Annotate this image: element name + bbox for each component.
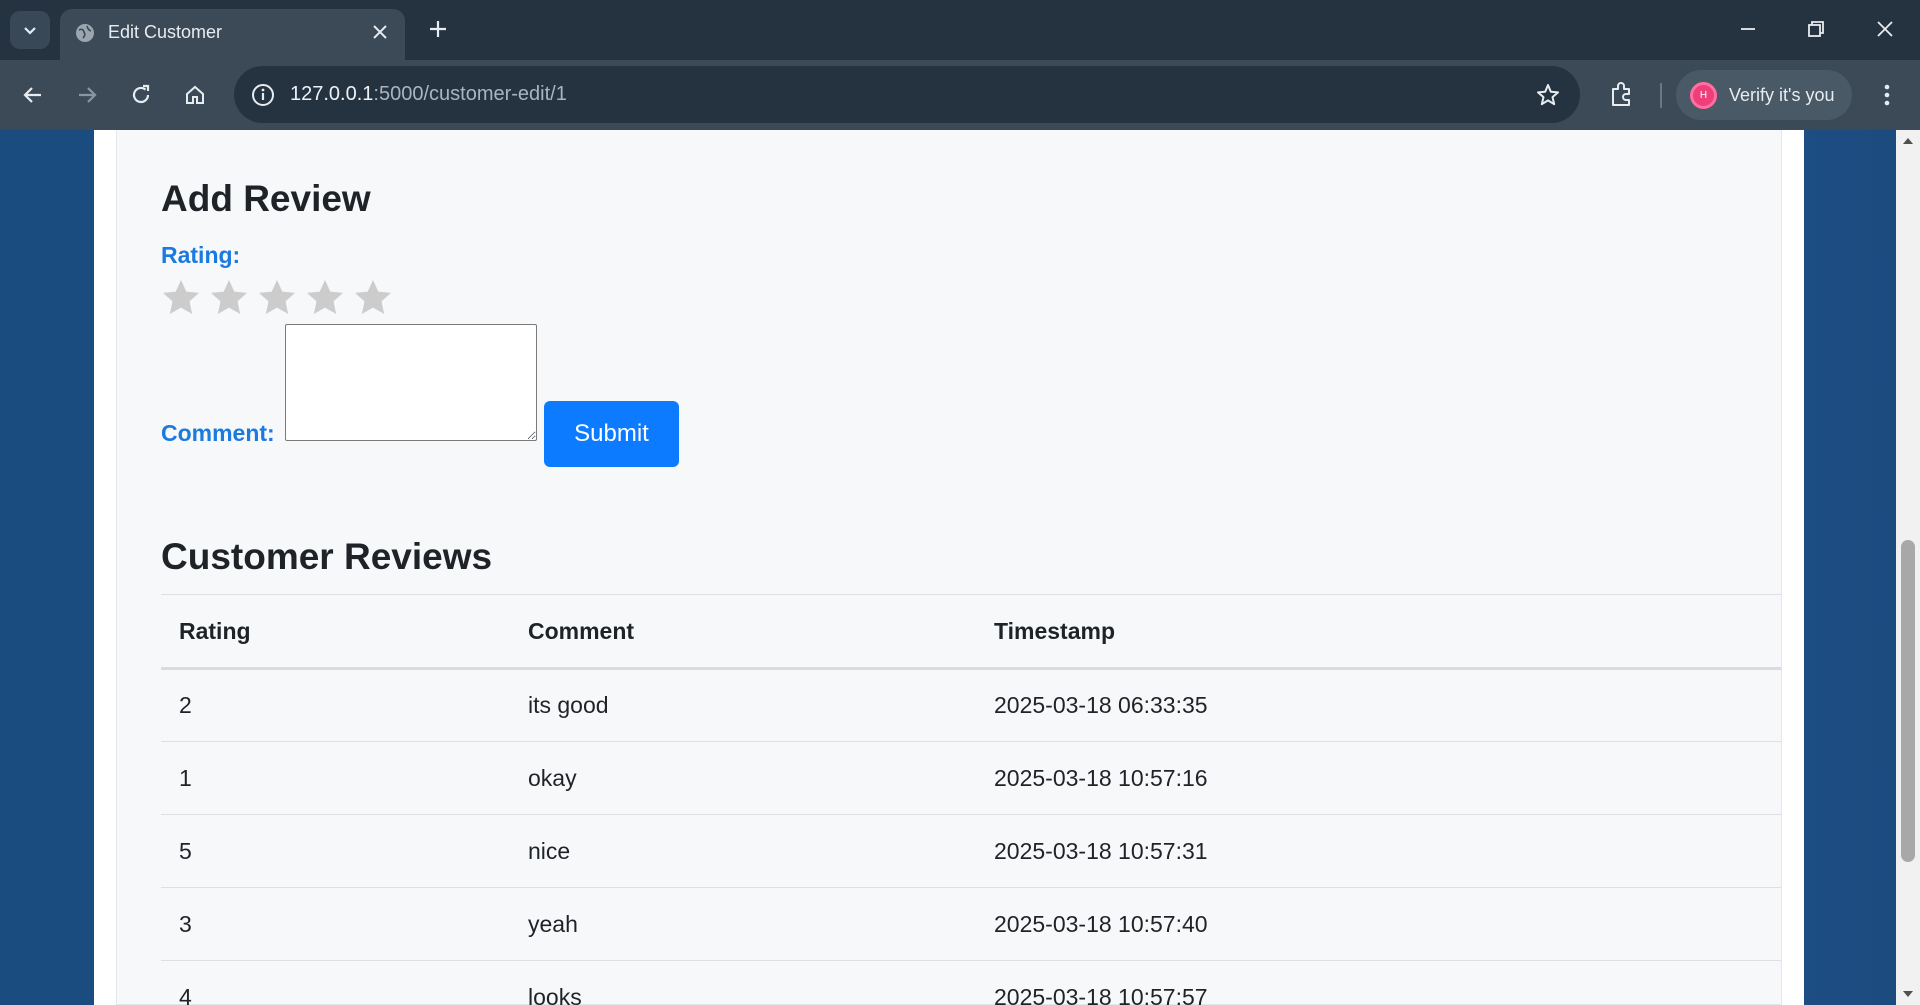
- column-header-rating: Rating: [179, 617, 251, 644]
- cell-timestamp: 2025-03-18 10:57:40: [994, 910, 1208, 937]
- cell-timestamp: 2025-03-18 06:33:35: [994, 692, 1208, 718]
- home-button[interactable]: [178, 78, 212, 112]
- cell-timestamp: 2025-03-18 10:57:57: [994, 983, 1208, 1005]
- star-1-icon[interactable]: [161, 278, 201, 318]
- rating-label: Rating:: [161, 242, 241, 268]
- star-2-icon[interactable]: [209, 278, 249, 318]
- table-row: 1 okay 2025-03-18 10:57:16: [161, 742, 1781, 815]
- content-card: Add Review Rating: Comment: Submit Custo…: [116, 130, 1782, 1005]
- cell-comment: okay: [528, 764, 577, 791]
- url-text: 127.0.0.1:5000/customer-edit/1: [290, 83, 567, 106]
- table-row: 5 nice 2025-03-18 10:57:31: [161, 815, 1781, 888]
- bookmark-star-icon[interactable]: [1534, 81, 1562, 109]
- avatar: H: [1690, 82, 1717, 109]
- page-background-left: [0, 130, 94, 1005]
- star-4-icon[interactable]: [305, 278, 345, 318]
- toolbar-divider: [1660, 83, 1662, 108]
- cell-timestamp: 2025-03-18 10:57:16: [994, 764, 1208, 791]
- browser-toolbar: 127.0.0.1:5000/customer-edit/1 H Verify …: [0, 60, 1920, 130]
- table-header-row: Rating Comment Timestamp: [161, 594, 1781, 669]
- profile-button[interactable]: H Verify it's you: [1676, 70, 1852, 120]
- url-path: :5000/customer-edit/1: [373, 83, 567, 105]
- cell-rating: 5: [179, 837, 192, 864]
- star-rating: [161, 278, 393, 318]
- address-bar[interactable]: 127.0.0.1:5000/customer-edit/1: [234, 66, 1580, 123]
- page-scrollbar[interactable]: [1896, 130, 1920, 1005]
- tab-search-button[interactable]: [10, 11, 50, 49]
- tab-title: Edit Customer: [108, 22, 223, 42]
- cell-rating: 3: [179, 910, 192, 937]
- scroll-up-arrow-icon[interactable]: [1901, 134, 1915, 148]
- reload-button[interactable]: [124, 78, 158, 112]
- submit-button[interactable]: Submit: [544, 401, 679, 467]
- profile-label: Verify it's you: [1729, 85, 1835, 105]
- add-review-heading: Add Review: [161, 178, 371, 219]
- site-info-icon[interactable]: [248, 80, 278, 110]
- cell-comment: nice: [528, 837, 571, 864]
- table-row: 2 its good 2025-03-18 06:33:35: [161, 669, 1781, 742]
- reviews-table: Rating Comment Timestamp 2 its good 2025…: [161, 594, 1781, 1005]
- chevron-down-icon: [24, 27, 36, 35]
- column-header-timestamp: Timestamp: [994, 617, 1116, 644]
- comment-textarea[interactable]: [285, 324, 537, 441]
- extensions-icon[interactable]: [1605, 78, 1639, 112]
- scrollbar-thumb[interactable]: [1901, 540, 1915, 862]
- close-icon[interactable]: [369, 21, 391, 43]
- restore-icon[interactable]: [1803, 16, 1829, 42]
- customer-reviews-heading: Customer Reviews: [161, 536, 493, 577]
- table-row: 3 yeah 2025-03-18 10:57:40: [161, 888, 1781, 961]
- minimize-icon[interactable]: [1735, 16, 1761, 42]
- reload-icon: [132, 84, 150, 104]
- scroll-down-arrow-icon[interactable]: [1901, 987, 1915, 1001]
- browser-tabbar: Edit Customer: [0, 0, 1920, 60]
- cell-rating: 1: [179, 764, 192, 791]
- window-close-icon[interactable]: [1872, 16, 1898, 42]
- arrow-left-icon: [23, 87, 41, 103]
- cell-rating: 2: [179, 692, 192, 718]
- back-button[interactable]: [16, 78, 50, 112]
- arrow-right-icon: [79, 87, 97, 103]
- star-5-icon[interactable]: [353, 278, 393, 318]
- url-host: 127.0.0.1: [290, 83, 374, 105]
- home-icon: [186, 85, 204, 104]
- new-tab-icon[interactable]: [425, 16, 451, 42]
- column-header-comment: Comment: [528, 617, 635, 644]
- cell-comment: its good: [528, 692, 609, 718]
- forward-button[interactable]: [70, 78, 104, 112]
- more-menu-icon[interactable]: [1872, 78, 1902, 112]
- cell-comment: looks: [528, 983, 582, 1005]
- page-container: Add Review Rating: Comment: Submit Custo…: [94, 130, 1804, 1005]
- browser-tab-active[interactable]: Edit Customer: [60, 9, 405, 60]
- cell-comment: yeah: [528, 910, 578, 937]
- table-row: 4 looks 2025-03-18 10:57:57: [161, 961, 1781, 1005]
- globe-icon: [76, 24, 94, 42]
- page-viewport: Add Review Rating: Comment: Submit Custo…: [0, 130, 1920, 1005]
- star-3-icon[interactable]: [257, 278, 297, 318]
- cell-rating: 4: [179, 983, 192, 1005]
- cell-timestamp: 2025-03-18 10:57:31: [994, 837, 1208, 864]
- comment-label: Comment:: [161, 420, 275, 446]
